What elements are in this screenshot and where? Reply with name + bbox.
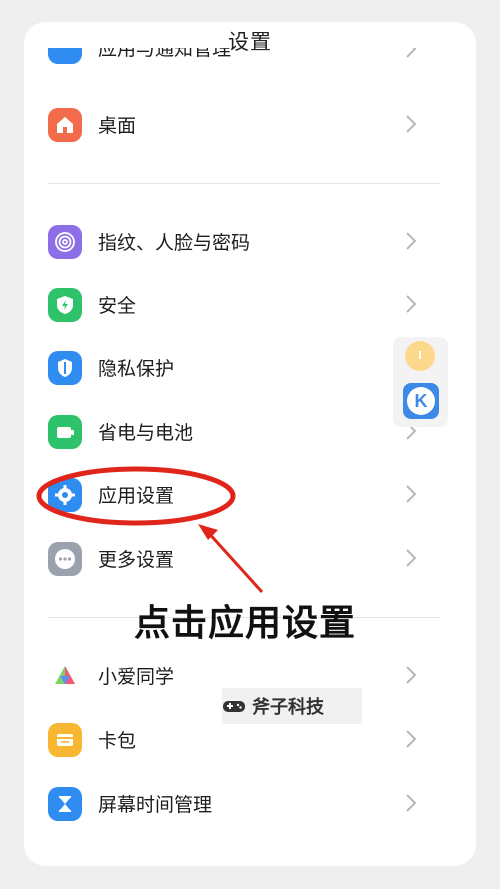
settings-item-apps-notifications[interactable]: 应用与通知管理 (24, 48, 476, 88)
settings-item-label: 桌面 (98, 115, 137, 137)
k-letter: K (407, 387, 435, 415)
chevron-right-icon (406, 48, 417, 58)
floating-dock[interactable]: K (393, 337, 448, 427)
app-notification-icon (48, 48, 82, 64)
chevron-right-icon (406, 730, 417, 748)
more-icon (48, 542, 82, 576)
wallet-icon (48, 723, 82, 757)
callout-text: 点击应用设置 (134, 603, 357, 644)
settings-screen: 设置 应用与通知管理 桌面 指纹、人脸与密码 安全 隐私保护 省电与电池 应用设… (24, 22, 476, 866)
section-divider (48, 183, 440, 184)
chevron-right-icon (406, 666, 417, 684)
battery-icon (48, 415, 82, 449)
settings-item-security[interactable]: 安全 (24, 278, 476, 334)
settings-item-fingerprint[interactable]: 指纹、人脸与密码 (24, 215, 476, 271)
settings-item-label: 应用设置 (98, 485, 175, 507)
chevron-right-icon (406, 794, 417, 812)
settings-item-label: 应用与通知管理 (98, 48, 232, 60)
shield-icon (48, 288, 82, 322)
xiaoai-icon (48, 659, 82, 693)
settings-item-label: 指纹、人脸与密码 (98, 232, 251, 254)
privacy-icon (48, 351, 82, 385)
gear-icon (48, 478, 82, 512)
home-icon (48, 108, 82, 142)
settings-item-more[interactable]: 更多设置 (24, 532, 476, 588)
settings-item-label: 屏幕时间管理 (98, 794, 213, 816)
chevron-right-icon (406, 232, 417, 250)
floating-k-app-icon[interactable]: K (403, 383, 439, 419)
floating-orange-icon[interactable] (405, 341, 435, 371)
chevron-right-icon (406, 115, 417, 133)
settings-item-label: 更多设置 (98, 549, 175, 571)
settings-item-label: 隐私保护 (98, 358, 175, 380)
watermark: 斧子科技 (222, 688, 362, 724)
settings-item-app-settings[interactable]: 应用设置 (24, 468, 476, 524)
settings-item-label: 省电与电池 (98, 422, 194, 444)
settings-item-label: 安全 (98, 295, 137, 317)
watermark-text: 斧子科技 (252, 697, 324, 718)
settings-item-desktop[interactable]: 桌面 (24, 98, 476, 154)
hourglass-icon (48, 787, 82, 821)
chevron-right-icon (406, 549, 417, 567)
settings-item-label: 小爱同学 (98, 666, 175, 688)
settings-item-label: 卡包 (98, 730, 137, 752)
chevron-right-icon (406, 485, 417, 503)
settings-item-screen-time[interactable]: 屏幕时间管理 (24, 777, 476, 833)
gamepad-icon (223, 701, 245, 712)
fingerprint-icon (48, 225, 82, 259)
chevron-right-icon (406, 295, 417, 313)
